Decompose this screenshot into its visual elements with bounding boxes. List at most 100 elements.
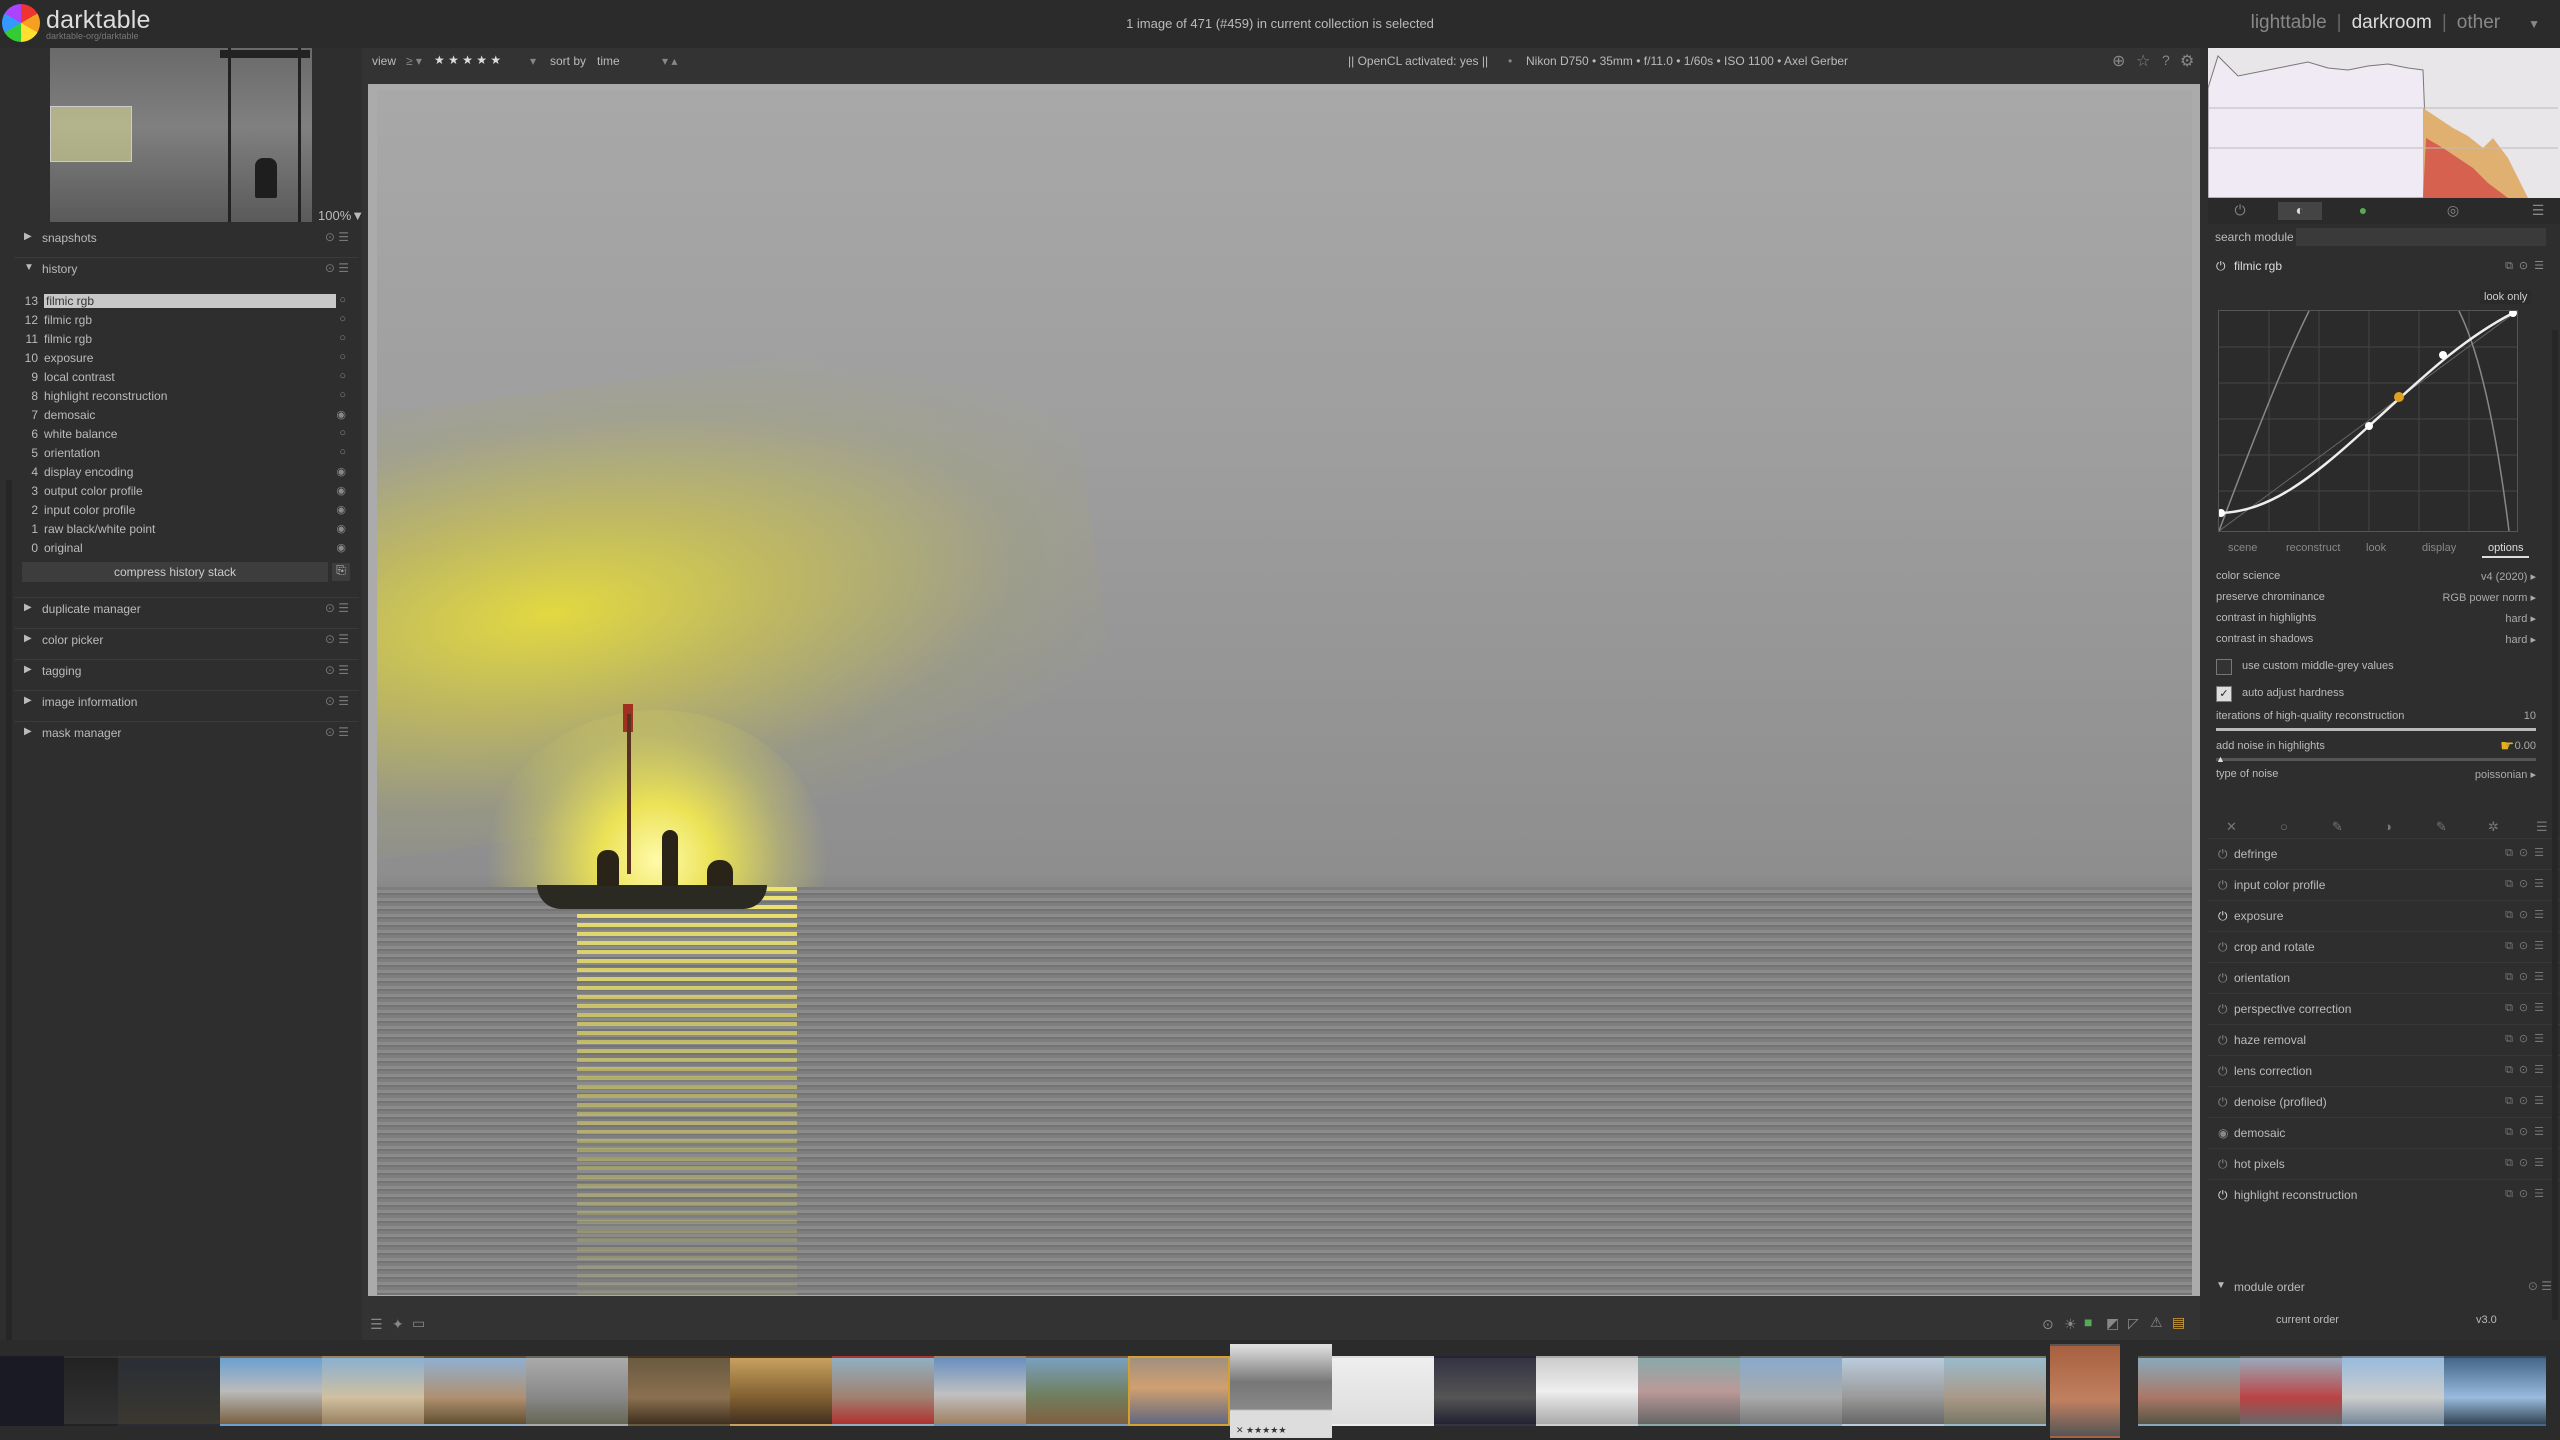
filmstrip-thumbnail[interactable]: [322, 1356, 424, 1426]
checkbox-checked[interactable]: ✓: [2216, 686, 2232, 702]
module-row[interactable]: ⏻ crop and rotate ⧉⊙☰: [2208, 931, 2560, 962]
power-icon[interactable]: ⏻: [2216, 259, 2226, 274]
chevron-down-icon[interactable]: ▼: [2528, 17, 2540, 31]
checkbox-unchecked[interactable]: [2216, 659, 2232, 675]
module-controls-icon[interactable]: ⧉⊙☰: [2505, 846, 2550, 860]
noise-highlights-slider[interactable]: add noise in highlights 0.00: [2216, 740, 2536, 758]
focus-peaking-icon[interactable]: ⊙: [2042, 1316, 2054, 1333]
reset-icon[interactable]: ⊙ ☰: [325, 663, 349, 677]
filmstrip-thumbnail[interactable]: [1434, 1356, 1536, 1426]
pen-icon[interactable]: ✎: [2332, 819, 2343, 835]
guides-icon[interactable]: ◸: [2128, 1315, 2139, 1332]
module-row[interactable]: ◉ demosaic ⧉⊙☰: [2208, 1117, 2560, 1148]
custom-middle-grey-checkbox[interactable]: use custom middle-grey values: [2216, 658, 2536, 676]
overexposed-icon[interactable]: ⚠: [2150, 1314, 2163, 1331]
filmstrip-thumbnail[interactable]: [832, 1356, 934, 1426]
filmstrip-thumbnail[interactable]: [1944, 1356, 2046, 1426]
module-controls-icon[interactable]: ⧉⊙☰: [2505, 1063, 2550, 1077]
history-item[interactable]: 10 exposure ○: [20, 351, 356, 369]
filmstrip-thumbnail[interactable]: [1740, 1356, 1842, 1426]
raster-mask-icon[interactable]: ✲: [2488, 819, 2499, 835]
module-controls-icon[interactable]: ⧉⊙☰: [2505, 1125, 2550, 1139]
zoom-level[interactable]: 100%▼: [318, 208, 364, 223]
module-row[interactable]: ⏻ orientation ⧉⊙☰: [2208, 962, 2560, 993]
power-icon[interactable]: ◉: [2218, 1126, 2228, 1140]
menu-icon[interactable]: ☰: [2536, 819, 2548, 835]
module-controls-icon[interactable]: ⧉⊙☰: [2505, 970, 2550, 984]
copy-history-icon[interactable]: ⎘: [332, 563, 350, 581]
reset-icon[interactable]: ⊙ ☰: [325, 694, 349, 708]
grid-icon[interactable]: ⊕: [2112, 51, 2125, 71]
module-controls-icon[interactable]: ⧉⊙☰: [2505, 1187, 2550, 1201]
sort-dropdown[interactable]: time: [597, 54, 620, 68]
module-row[interactable]: ⏻ denoise (profiled) ⧉⊙☰: [2208, 1086, 2560, 1117]
module-row[interactable]: ⏻ input color profile ⧉⊙☰: [2208, 869, 2560, 900]
filmstrip-thumbnail[interactable]: [1536, 1356, 1638, 1426]
power-icon[interactable]: ⏻: [2218, 1188, 2228, 1203]
history-item[interactable]: 2 input color profile ◉: [20, 503, 356, 521]
power-icon[interactable]: ⏻: [2218, 878, 2228, 893]
filmstrip-thumbnail-selected[interactable]: [1128, 1356, 1230, 1426]
filmstrip-thumbnail[interactable]: [118, 1356, 220, 1426]
history-item[interactable]: 4 display encoding ◉: [20, 465, 356, 483]
circle-mask-icon[interactable]: ○: [2280, 819, 2288, 834]
module-row[interactable]: ⏻ defringe ⧉⊙☰: [2208, 838, 2560, 869]
module-controls-icon[interactable]: ⧉⊙☰: [2505, 259, 2550, 273]
power-icon[interactable]: ⏻: [2218, 1033, 2228, 1048]
module-controls-icon[interactable]: ⧉⊙☰: [2505, 1032, 2550, 1046]
tab-display[interactable]: display: [2422, 542, 2456, 554]
history-item[interactable]: 13 filmic rgb ○: [20, 294, 356, 312]
view-darkroom[interactable]: darkroom: [2352, 12, 2432, 33]
slider-track[interactable]: [2216, 758, 2536, 761]
option-preserve-chrominance[interactable]: preserve chrominance RGB power norm ▸: [2216, 591, 2536, 609]
history-item[interactable]: 3 output color profile ◉: [20, 484, 356, 502]
section-snapshots[interactable]: ▶ snapshots ⊙ ☰: [14, 227, 359, 251]
star-rating-filter[interactable]: ★ ★ ★ ★ ★: [434, 53, 501, 67]
section-color-picker[interactable]: ▶ color picker ⊙ ☰: [14, 628, 359, 653]
module-row[interactable]: ⏻ hot pixels ⧉⊙☰: [2208, 1148, 2560, 1179]
gear-icon[interactable]: ⚙: [2180, 51, 2194, 71]
history-item[interactable]: 5 orientation ○: [20, 446, 356, 464]
power-icon[interactable]: ⏻: [2218, 1157, 2228, 1172]
power-icon[interactable]: ⏻: [2218, 1064, 2228, 1079]
filmstrip-thumbnail[interactable]: [64, 1356, 120, 1426]
module-row[interactable]: ⏻ highlight reconstruction ⧉⊙☰: [2208, 1179, 2560, 1210]
tab-look[interactable]: look: [2366, 542, 2386, 554]
gamut-check-icon[interactable]: ◩: [2106, 1315, 2119, 1332]
navigation-viewport[interactable]: [50, 106, 132, 162]
module-header[interactable]: ⏻ filmic rgb ⧉⊙☰: [2208, 254, 2560, 278]
left-scrollbar[interactable]: [6, 480, 12, 1340]
filmstrip-thumbnail[interactable]: [424, 1356, 526, 1426]
module-row[interactable]: ⏻ haze removal ⧉⊙☰: [2208, 1024, 2560, 1055]
right-scrollbar[interactable]: [2552, 330, 2558, 1320]
module-row[interactable]: ⏻ exposure ⧉⊙☰: [2208, 900, 2560, 931]
reset-icon[interactable]: ⊙ ☰: [325, 632, 349, 646]
styles-icon[interactable]: ✦: [392, 1316, 404, 1333]
look-only-label[interactable]: look only: [2480, 290, 2532, 304]
history-item[interactable]: 12 filmic rgb ○: [20, 313, 356, 331]
history-item[interactable]: 7 demosaic ◉: [20, 408, 356, 426]
power-icon[interactable]: ⏻: [2218, 1002, 2228, 1017]
drawn-mask-icon[interactable]: ✎: [2436, 819, 2447, 835]
module-row[interactable]: ⏻ lens correction ⧉⊙☰: [2208, 1055, 2560, 1086]
filmstrip-thumbnail[interactable]: [1842, 1356, 1944, 1426]
reset-icon[interactable]: ⊙ ☰: [325, 601, 349, 615]
filmstrip-thumbnail[interactable]: [1026, 1356, 1128, 1426]
module-controls-icon[interactable]: ⧉⊙☰: [2505, 939, 2550, 953]
filmic-curve-graph[interactable]: [2217, 309, 2518, 532]
compress-history-button[interactable]: compress history stack: [22, 562, 328, 582]
history-item[interactable]: 9 local contrast ○: [20, 370, 356, 388]
module-controls-icon[interactable]: ⧉⊙☰: [2505, 1001, 2550, 1015]
raw-overexposed-icon[interactable]: ▤: [2172, 1314, 2185, 1331]
color-assessment-icon[interactable]: ☀: [2064, 1316, 2077, 1333]
power-icon[interactable]: ⏻: [2218, 940, 2228, 955]
history-item[interactable]: 1 raw black/white point ◉: [20, 522, 356, 540]
filmstrip-thumbnail[interactable]: [2342, 1356, 2444, 1426]
module-order-section[interactable]: ▼ module order ⊙ ☰: [2208, 1276, 2560, 1300]
sort-direction-toggle[interactable]: ▾ ▴: [662, 54, 677, 68]
star-icon[interactable]: ☆: [2136, 51, 2150, 71]
power-icon[interactable]: ⏻: [2218, 847, 2228, 862]
histogram[interactable]: [2208, 48, 2560, 198]
noise-type-dropdown[interactable]: type of noise poissonian ▸: [2216, 768, 2536, 786]
module-controls-icon[interactable]: ⧉⊙☰: [2505, 1094, 2550, 1108]
